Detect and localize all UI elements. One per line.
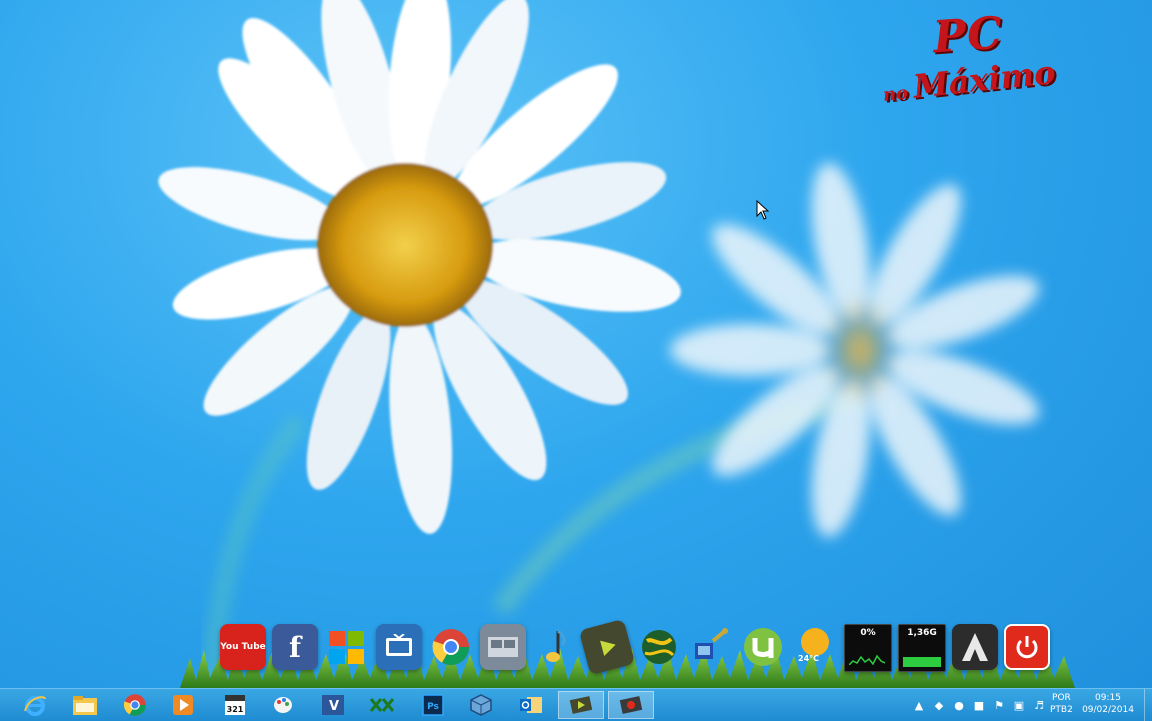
diamond-icon[interactable]: ◆ — [932, 698, 946, 712]
facebook-icon[interactable]: f — [272, 624, 318, 670]
watermark-logo: PC noMáximo — [878, 7, 1110, 110]
logo-line2: noMáximo — [880, 53, 1057, 109]
mouse-cursor — [756, 199, 770, 220]
facebook-label: f — [288, 630, 302, 664]
ram-meter-value: 1,36G — [907, 628, 937, 638]
taskbar: 321 V Ps ▲ ◆ ● ■ ⚑ ▣ ♬ POR PTB2 09:15 09… — [0, 688, 1152, 721]
cpu-meter-value: 0% — [860, 628, 876, 638]
file-explorer-icon[interactable] — [62, 691, 108, 719]
youtube-label: You Tube — [220, 642, 266, 652]
show-desktop-button[interactable] — [1144, 689, 1152, 721]
mpc-icon-label: 321 — [227, 705, 244, 714]
keyboard-layout: PTB2 — [1050, 705, 1073, 715]
desktop-dock: You Tube f 24°C 0% 1,36G — [180, 618, 1075, 688]
weather-temperature: 24°C — [798, 654, 820, 663]
media-player-classic-icon[interactable]: 321 — [212, 691, 258, 719]
xsplit-icon[interactable] — [360, 691, 406, 719]
system-tray: ▲ ◆ ● ■ ⚑ ▣ ♬ — [912, 689, 1046, 721]
network-icon[interactable] — [688, 624, 734, 670]
visual-studio-icon[interactable]: V — [310, 691, 356, 719]
media-player-taskbar-icon[interactable] — [160, 691, 206, 719]
photoshop-icon[interactable]: Ps — [410, 691, 456, 719]
media-center-icon[interactable] — [376, 624, 422, 670]
outlook-icon[interactable] — [508, 691, 554, 719]
utorrent-icon[interactable] — [740, 624, 786, 670]
youtube-icon[interactable]: You Tube — [220, 624, 266, 670]
logo-line2-main: Máximo — [911, 53, 1058, 106]
taskbar-clock[interactable]: 09:15 09/02/2014 — [1082, 692, 1134, 716]
chrome-taskbar-icon[interactable] — [112, 691, 158, 719]
internet-explorer-icon[interactable] — [12, 691, 58, 719]
weather-icon[interactable]: 24°C — [792, 624, 838, 670]
ram-meter-widget[interactable]: 1,36G — [898, 624, 946, 672]
language-code: POR — [1052, 693, 1071, 703]
media-app-taskbar-icon[interactable] — [558, 691, 604, 719]
virtualbox-icon[interactable] — [458, 691, 504, 719]
globe-icon[interactable] — [636, 624, 682, 670]
dock-items: You Tube f 24°C 0% 1,36G — [220, 618, 1050, 676]
photoshop-icon-label: Ps — [427, 702, 439, 712]
clock-date: 09/02/2014 — [1082, 705, 1134, 715]
monitor-icon[interactable]: ▣ — [1012, 698, 1026, 712]
clock-time: 09:15 — [1095, 693, 1121, 703]
recorder-taskbar-icon[interactable] — [608, 691, 654, 719]
cpu-graph — [849, 654, 885, 665]
flag-icon[interactable]: ⚑ — [992, 698, 1006, 712]
logo-line2-small: no — [881, 82, 910, 106]
cpu-meter-widget[interactable]: 0% — [844, 624, 892, 672]
media-player-icon[interactable] — [578, 618, 636, 676]
speaker-icon[interactable]: ♬ — [1032, 698, 1046, 712]
ram-usage-bar — [903, 657, 941, 667]
logo-line1: PC — [931, 7, 1005, 64]
shutdown-icon[interactable] — [1004, 624, 1050, 670]
windows-icon[interactable] — [324, 624, 370, 670]
svg-text:V: V — [329, 699, 339, 714]
video-editor-icon[interactable] — [480, 624, 526, 670]
network-tray-icon[interactable]: ● — [952, 698, 966, 712]
paint-icon[interactable] — [260, 691, 306, 719]
chrome-icon[interactable] — [428, 624, 474, 670]
arrow-up-icon[interactable]: ▲ — [912, 698, 926, 712]
assassins-creed-icon[interactable] — [952, 624, 998, 670]
music-icon[interactable] — [532, 624, 578, 670]
language-indicator[interactable]: POR PTB2 — [1050, 692, 1073, 716]
shield-icon[interactable]: ■ — [972, 698, 986, 712]
